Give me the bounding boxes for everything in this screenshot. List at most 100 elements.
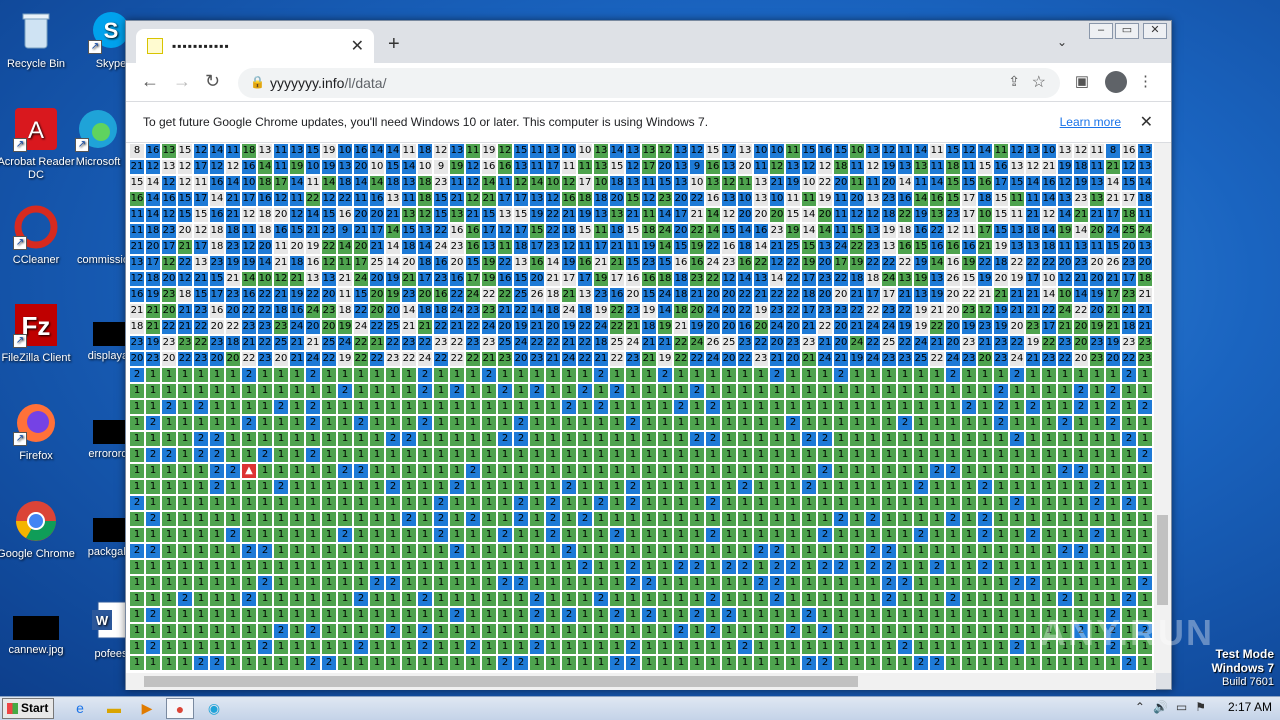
grid-cell[interactable]: 2 [1121, 431, 1137, 447]
grid-cell[interactable]: 2 [305, 623, 321, 639]
grid-cell[interactable]: 22 [785, 303, 801, 319]
grid-cell[interactable]: 22 [1025, 255, 1041, 271]
grid-cell[interactable]: 1 [529, 463, 545, 479]
grid-cell[interactable]: 15 [513, 143, 529, 159]
grid-cell[interactable]: 1 [129, 479, 145, 495]
grid-cell[interactable]: 1 [641, 511, 657, 527]
grid-cell[interactable]: 12 [625, 159, 641, 175]
grid-cell[interactable]: 2 [321, 655, 337, 671]
grid-cell[interactable]: 1 [481, 655, 497, 671]
grid-cell[interactable]: 13 [753, 271, 769, 287]
grid-cell[interactable]: 11 [897, 143, 913, 159]
grid-cell[interactable]: 18 [417, 255, 433, 271]
grid-cell[interactable]: 16 [897, 191, 913, 207]
grid-cell[interactable]: 1 [657, 623, 673, 639]
grid-cell[interactable]: 1 [545, 367, 561, 383]
grid-cell[interactable]: 21 [145, 303, 161, 319]
grid-cell[interactable]: 20 [161, 303, 177, 319]
grid-cell[interactable]: 2 [1025, 575, 1041, 591]
grid-cell[interactable]: 2 [225, 463, 241, 479]
grid-cell[interactable]: 2 [705, 591, 721, 607]
grid-cell[interactable]: 23 [657, 191, 673, 207]
grid-cell[interactable]: 1 [833, 543, 849, 559]
grid-cell[interactable]: 1 [1041, 559, 1057, 575]
grid-cell[interactable]: 11 [497, 175, 513, 191]
grid-cell[interactable]: 17 [545, 159, 561, 175]
grid-cell[interactable]: 22 [353, 303, 369, 319]
grid-cell[interactable]: 20 [257, 239, 273, 255]
grid-cell[interactable]: 25 [273, 335, 289, 351]
grid-cell[interactable]: 1 [945, 399, 961, 415]
grid-cell[interactable]: 24 [769, 319, 785, 335]
grid-cell[interactable]: 2 [241, 415, 257, 431]
grid-cell[interactable]: 1 [929, 575, 945, 591]
grid-cell[interactable]: 1 [929, 495, 945, 511]
grid-cell[interactable]: 22 [673, 351, 689, 367]
grid-cell[interactable]: 1 [1089, 463, 1105, 479]
grid-cell[interactable]: 21 [929, 303, 945, 319]
grid-cell[interactable]: 1 [977, 623, 993, 639]
grid-cell[interactable]: 1 [289, 607, 305, 623]
grid-cell[interactable]: 1 [945, 543, 961, 559]
desktop-icon-recycle-bin[interactable]: Recycle Bin [0, 8, 75, 71]
grid-cell[interactable]: 21 [977, 335, 993, 351]
grid-cell[interactable]: 1 [465, 415, 481, 431]
grid-cell[interactable]: 11 [337, 287, 353, 303]
grid-cell[interactable]: 1 [737, 447, 753, 463]
grid-cell[interactable]: 1 [545, 447, 561, 463]
grid-cell[interactable]: 23 [817, 303, 833, 319]
grid-cell[interactable]: 1 [897, 527, 913, 543]
grid-cell[interactable]: 1 [161, 367, 177, 383]
taskbar-media-player-icon[interactable]: ▶ [133, 698, 161, 719]
grid-cell[interactable]: 16 [609, 287, 625, 303]
grid-cell[interactable]: 1 [369, 367, 385, 383]
grid-cell[interactable]: 12 [289, 207, 305, 223]
share-icon[interactable]: ⇪ [1008, 73, 1020, 90]
grid-cell[interactable]: 12 [225, 159, 241, 175]
grid-cell[interactable]: 19 [689, 239, 705, 255]
grid-cell[interactable]: 1 [305, 511, 321, 527]
grid-cell[interactable]: 2 [209, 479, 225, 495]
grid-cell[interactable]: 2 [449, 543, 465, 559]
grid-cell[interactable]: 13 [753, 175, 769, 191]
grid-cell[interactable]: 1 [737, 511, 753, 527]
grid-cell[interactable]: 1 [641, 479, 657, 495]
grid-cell[interactable]: 2 [241, 367, 257, 383]
grid-cell[interactable]: 1 [609, 399, 625, 415]
grid-cell[interactable]: 18 [417, 303, 433, 319]
grid-cell[interactable]: 17 [1121, 191, 1137, 207]
grid-cell[interactable]: 15 [625, 191, 641, 207]
grid-cell[interactable]: 1 [241, 511, 257, 527]
grid-cell[interactable]: 16 [449, 271, 465, 287]
grid-cell[interactable]: 21 [273, 287, 289, 303]
grid-cell[interactable]: 12 [1009, 143, 1025, 159]
grid-cell[interactable]: 1 [1137, 591, 1153, 607]
grid-cell[interactable]: 1 [833, 447, 849, 463]
grid-cell[interactable]: 1 [161, 655, 177, 671]
profile-avatar[interactable] [1105, 71, 1127, 93]
grid-cell[interactable]: 11 [1057, 239, 1073, 255]
grid-cell[interactable]: 2 [529, 383, 545, 399]
grid-cell[interactable]: 1 [689, 655, 705, 671]
grid-cell[interactable]: 20 [721, 351, 737, 367]
grid-cell[interactable]: 18 [593, 191, 609, 207]
grid-cell[interactable]: 10 [769, 191, 785, 207]
grid-cell[interactable]: 1 [673, 639, 689, 655]
grid-cell[interactable]: 1 [673, 591, 689, 607]
grid-cell[interactable]: 1 [1073, 527, 1089, 543]
grid-cell[interactable]: 1 [177, 367, 193, 383]
horizontal-scrollbar[interactable] [126, 673, 1156, 690]
grid-cell[interactable]: 15 [401, 223, 417, 239]
grid-cell[interactable]: 14 [337, 239, 353, 255]
grid-cell[interactable]: 1 [561, 415, 577, 431]
grid-cell[interactable]: 1 [1025, 543, 1041, 559]
grid-cell[interactable]: 21 [417, 319, 433, 335]
grid-cell[interactable]: 11 [401, 191, 417, 207]
grid-cell[interactable]: 1 [449, 447, 465, 463]
grid-cell[interactable]: 17 [561, 271, 577, 287]
grid-cell[interactable]: 1 [833, 495, 849, 511]
grid-cell[interactable]: 11 [833, 207, 849, 223]
grid-cell[interactable]: 1 [561, 623, 577, 639]
grid-cell[interactable]: 1 [529, 415, 545, 431]
grid-cell[interactable]: 2 [1137, 575, 1153, 591]
